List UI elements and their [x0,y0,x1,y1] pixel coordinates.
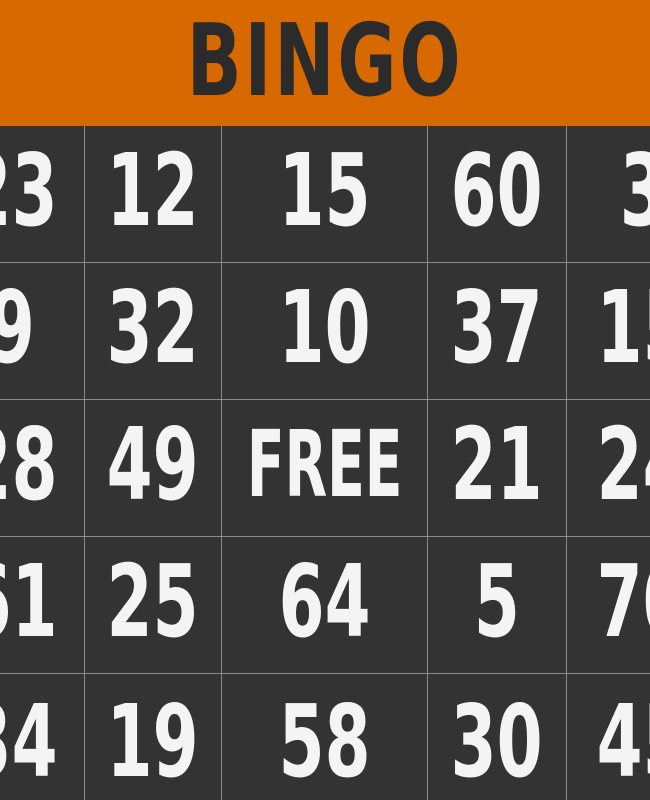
bingo-cell[interactable]: 34 [0,674,85,800]
bingo-cell[interactable]: 12 [85,126,222,263]
bingo-number: 3 [620,141,650,241]
bingo-number: 34 [0,682,58,800]
bingo-number: 21 [451,406,543,523]
bingo-number: 23 [0,132,58,249]
bingo-board: 23 12 15 60 3 9 32 10 37 15 28 49 FREE 21 24 61 25 64 5 70 3… [0,126,650,800]
bingo-cell[interactable]: 23 [0,126,85,263]
bingo-cell[interactable]: 25 [85,537,222,674]
bingo-number: 10 [278,269,371,386]
bingo-cell[interactable]: 5 [428,537,567,674]
bingo-cell[interactable]: 10 [222,263,428,400]
header-bar: BINGO [0,0,650,126]
bingo-number: 60 [451,132,543,249]
bingo-cell[interactable]: 9 [0,263,85,400]
bingo-cell[interactable]: 58 [222,674,428,800]
bingo-cell[interactable]: 3 [567,126,650,263]
bingo-cell[interactable]: 15 [222,126,428,263]
bingo-number: 24 [597,406,650,523]
bingo-title: BINGO [186,2,464,119]
bingo-number: 32 [107,269,199,386]
bingo-cell[interactable]: 24 [567,400,650,537]
bingo-number: 15 [597,269,650,386]
bingo-cell[interactable]: 19 [85,674,222,800]
bingo-cell[interactable]: 70 [567,537,650,674]
bingo-number: 19 [107,682,199,800]
bingo-card: BINGO 23 12 15 60 3 9 32 10 37 15 28 49 FREE 21 24 61 25… [0,0,650,800]
bingo-cell[interactable]: 21 [428,400,567,537]
bingo-number: 49 [107,406,199,523]
free-space-label: FREE [246,411,403,518]
bingo-number: 45 [597,682,650,800]
bingo-number: 5 [474,543,520,660]
bingo-cell[interactable]: 28 [0,400,85,537]
bingo-number: 12 [107,132,199,249]
bingo-cell[interactable]: 32 [85,263,222,400]
bingo-number: 61 [0,543,58,660]
bingo-cell[interactable]: 30 [428,674,567,800]
bingo-cell[interactable]: 37 [428,263,567,400]
bingo-number: 25 [107,543,199,660]
bingo-number: 37 [451,269,543,386]
bingo-number: 64 [278,543,371,660]
bingo-number: 70 [597,543,650,660]
bingo-number: 15 [278,132,371,249]
bingo-cell[interactable]: FREE [222,400,428,537]
bingo-number: 30 [451,682,543,800]
bingo-number: 58 [278,682,371,800]
bingo-cell[interactable]: 60 [428,126,567,263]
bingo-cell[interactable]: 15 [567,263,650,400]
bingo-cell[interactable]: 49 [85,400,222,537]
bingo-number: 28 [0,406,58,523]
bingo-cell[interactable]: 61 [0,537,85,674]
bingo-cell[interactable]: 45 [567,674,650,800]
bingo-number: 9 [0,278,35,378]
bingo-cell[interactable]: 64 [222,537,428,674]
